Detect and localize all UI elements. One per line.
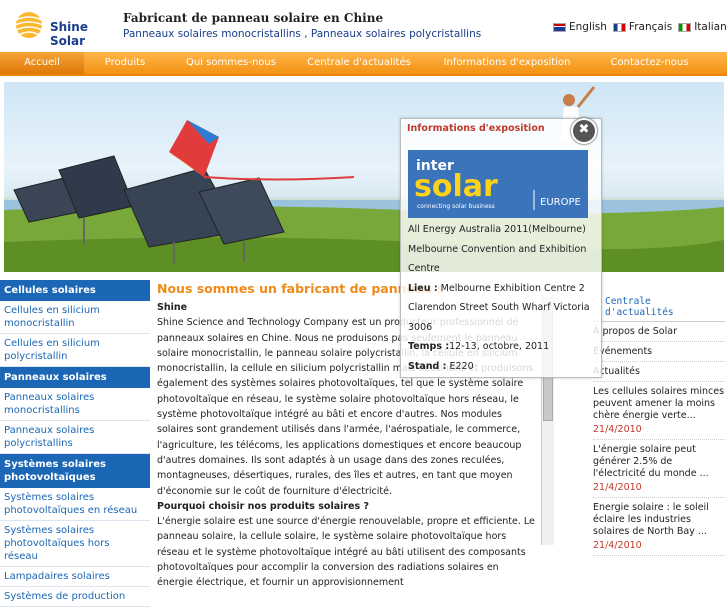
- uk-flag-icon: [553, 22, 566, 32]
- sidebar-item-mono-cells[interactable]: Cellules en silicium monocristallin: [0, 301, 150, 334]
- temps-label: Temps :: [408, 341, 450, 352]
- exhibition-details: All Energy Australia 2011(Melbourne) Mel…: [408, 220, 598, 376]
- news-item-date: 21/4/2010: [593, 538, 725, 556]
- lieu-label: Lieu :: [408, 282, 438, 294]
- language-switcher: English Français Italiano: [553, 21, 727, 33]
- header: Shine Solar Fabricant de panneau solaire…: [0, 0, 727, 50]
- popup-title: Informations d'exposition: [407, 123, 545, 134]
- intersolar-logo[interactable]: inter solar connecting solar business EU…: [408, 150, 588, 218]
- hero-illustration: [4, 86, 724, 272]
- intersolar-logo-graphic: inter solar connecting solar business EU…: [408, 150, 588, 218]
- company-name: Shine: [157, 302, 188, 313]
- event-name: All Energy Australia 2011(Melbourne): [408, 224, 586, 235]
- link-news[interactable]: Actualités: [593, 362, 725, 382]
- site-subtitle: Panneaux solaires monocristallins , Pann…: [123, 28, 482, 40]
- left-sidebar: Cellules solaires Cellules en silicium m…: [0, 280, 150, 607]
- logo[interactable]: Shine Solar: [12, 10, 117, 48]
- link-events[interactable]: Événements: [593, 342, 725, 362]
- event-venue: Melbourne Convention and Exhibition Cent…: [408, 243, 587, 275]
- logo-text: Shine Solar: [50, 20, 88, 48]
- nav-produits[interactable]: Produits: [84, 52, 166, 74]
- nav-qui-sommes-nous[interactable]: Qui sommes-nous: [166, 52, 296, 74]
- site-title: Fabricant de panneau solaire en Chine: [123, 11, 384, 25]
- sun-logo-icon: [14, 12, 44, 38]
- news-item-date: 21/4/2010: [593, 480, 725, 498]
- news-column: Centrale d'actualités À propos de Solar …: [593, 293, 725, 556]
- main-nav: Accueil Produits Qui sommes-nous Central…: [0, 52, 727, 76]
- sidebar-item-offgrid-systems[interactable]: Systèmes solaires photovoltaïques hors r…: [0, 521, 150, 567]
- event-location: Lieu : Melbourne Exhibition Centre 2 Cla…: [408, 279, 598, 338]
- hero-banner: [4, 82, 724, 272]
- italy-flag-icon: [678, 22, 692, 32]
- lang-english[interactable]: English: [553, 21, 607, 33]
- lang-label: Français: [628, 21, 673, 33]
- link-about-solar[interactable]: À propos de Solar: [593, 322, 725, 342]
- kite: [169, 120, 355, 181]
- sidebar-item-street-lights[interactable]: Lampadaires solaires: [0, 567, 150, 587]
- nav-informations-exposition[interactable]: Informations d'exposition: [422, 52, 592, 74]
- sidebar-heading-systemes[interactable]: Systèmes solaires photovoltaïques: [0, 454, 150, 488]
- section-question: Pourquoi choisir nos produits solaires ?: [157, 500, 369, 512]
- close-icon[interactable]: ✖: [571, 118, 597, 144]
- nav-contactez-nous[interactable]: Contactez-nous: [592, 52, 707, 74]
- exhibition-popup: Informations d'exposition ✖ inter solar …: [400, 118, 602, 378]
- sidebar-item-mono-panels[interactable]: Panneaux solaires monocristallins: [0, 388, 150, 421]
- why-paragraph: L'énergie solaire est une source d'énerg…: [157, 516, 535, 589]
- news-item-title[interactable]: Les cellules solaires minces peuvent ame…: [593, 382, 725, 422]
- nav-accueil[interactable]: Accueil: [0, 52, 84, 74]
- stand-label: Stand :: [408, 360, 447, 372]
- news-item-title[interactable]: Energie solaire : le soleil éclaire les …: [593, 498, 725, 538]
- sidebar-item-poly-cells[interactable]: Cellules en silicium polycristallin: [0, 334, 150, 367]
- stand-value: E220: [449, 360, 474, 372]
- lang-french[interactable]: Français: [612, 21, 673, 33]
- logo-line2: solar: [414, 169, 498, 204]
- nav-centrale-actualites[interactable]: Centrale d'actualités: [296, 52, 422, 74]
- france-flag-icon: [612, 22, 626, 32]
- sidebar-item-poly-panels[interactable]: Panneaux solaires polycristallins: [0, 421, 150, 454]
- news-heading: Centrale d'actualités: [593, 293, 725, 322]
- logo-region: EUROPE: [540, 197, 581, 208]
- lang-italian[interactable]: Italiano: [678, 21, 727, 33]
- sidebar-item-grid-systems[interactable]: Systèmes solaires photovoltaïques en rés…: [0, 488, 150, 521]
- logo-tagline: connecting solar business: [417, 203, 495, 210]
- news-item-date: 21/4/2010: [593, 422, 725, 440]
- event-stand: Stand : E220: [408, 357, 598, 377]
- sidebar-item-production-systems[interactable]: Systèmes de production: [0, 587, 150, 607]
- temps-value: 12-13, octobre, 2011: [449, 341, 550, 352]
- sidebar-heading-panneaux[interactable]: Panneaux solaires: [0, 367, 150, 388]
- sidebar-heading-cellules[interactable]: Cellules solaires: [0, 280, 150, 301]
- news-item-title[interactable]: L'énergie solaire peut générer 2.5% de l…: [593, 440, 725, 480]
- event-time: Temps :12-13, octobre, 2011: [408, 337, 598, 357]
- lang-label: Italiano: [694, 21, 727, 33]
- lang-label: English: [569, 21, 607, 33]
